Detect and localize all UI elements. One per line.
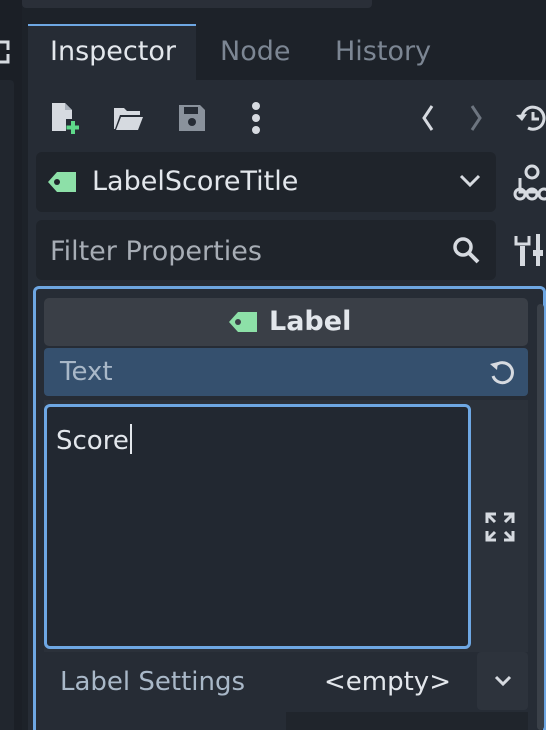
text-edit-area[interactable]: Score: [44, 404, 471, 649]
object-history-icon[interactable]: [514, 96, 546, 140]
top-scroll-strip: [22, 0, 372, 8]
expand-icon[interactable]: [0, 38, 12, 66]
node-tree-icon[interactable]: [512, 160, 546, 204]
text-value: Score: [56, 424, 132, 456]
label-tag-icon: [48, 172, 76, 192]
tab-history[interactable]: History: [313, 24, 453, 80]
tab-inspector[interactable]: Inspector: [28, 24, 196, 80]
open-folder-icon[interactable]: [106, 96, 150, 140]
property-label-settings[interactable]: Label Settings <empty>: [44, 652, 528, 712]
scrollbar-thumb[interactable]: [537, 304, 544, 730]
revert-icon[interactable]: [488, 358, 516, 386]
label-tag-icon: [229, 312, 257, 332]
history-forward-icon[interactable]: [454, 96, 498, 140]
tools-icon[interactable]: [514, 228, 546, 272]
new-resource-icon[interactable]: [42, 96, 86, 140]
chevron-down-icon: [494, 675, 511, 687]
text-caret: [129, 424, 132, 454]
property-text[interactable]: Text: [44, 348, 528, 396]
object-selector[interactable]: LabelScoreTitle: [36, 152, 496, 212]
label-settings-value[interactable]: <empty>: [324, 652, 451, 712]
more-vertical-icon[interactable]: [234, 96, 278, 140]
dock-tab-bar: Inspector Node History: [28, 24, 546, 80]
label-settings-dropdown[interactable]: [477, 652, 528, 710]
label-settings-label: Label Settings: [60, 667, 246, 697]
inspector-scrollbar[interactable]: [535, 300, 546, 730]
object-name: LabelScoreTitle: [92, 166, 299, 197]
history-back-icon[interactable]: [406, 96, 450, 140]
filter-properties-input[interactable]: [48, 220, 442, 282]
class-header[interactable]: Label: [44, 298, 528, 346]
property-text-label: Text: [60, 357, 113, 387]
next-property-row: [286, 712, 528, 730]
filter-properties-field: [36, 220, 496, 282]
tab-node[interactable]: Node: [198, 24, 312, 80]
left-dock-panel: [0, 80, 14, 730]
save-icon[interactable]: [170, 96, 214, 140]
search-icon: [453, 237, 480, 264]
expand-editor-icon[interactable]: [478, 505, 522, 549]
class-name: Label: [269, 306, 352, 337]
chevron-down-icon: [459, 174, 481, 188]
